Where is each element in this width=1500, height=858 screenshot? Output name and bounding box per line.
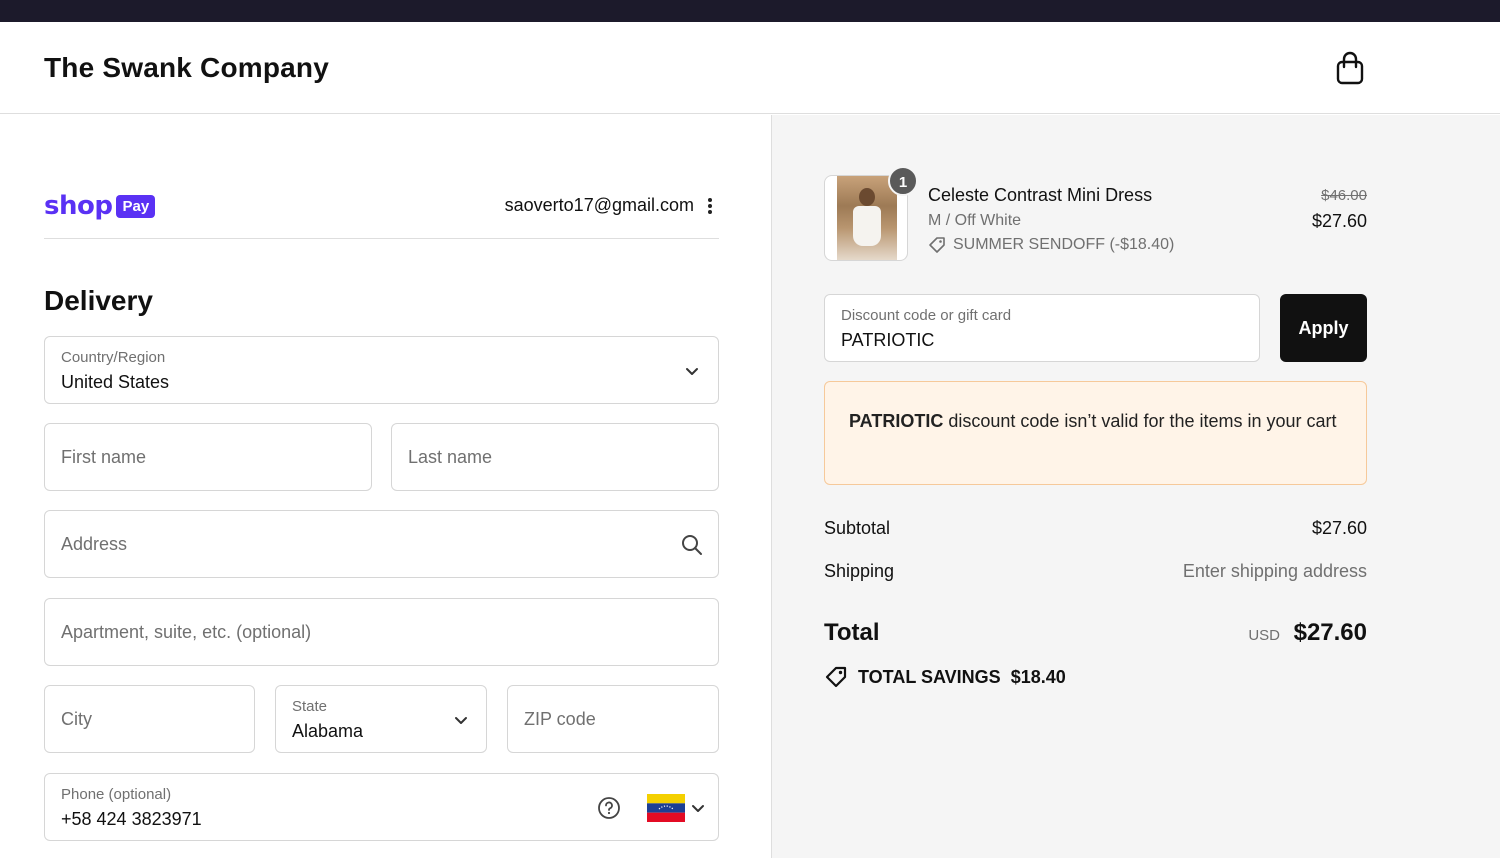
- tag-icon: [824, 665, 848, 689]
- quantity-badge: 1: [888, 166, 918, 196]
- help-icon[interactable]: [597, 796, 621, 825]
- more-options-icon[interactable]: [702, 195, 718, 217]
- subtotal-label: Subtotal: [824, 518, 891, 538]
- last-name-field[interactable]: Last name: [391, 423, 719, 491]
- shopping-bag-icon[interactable]: [1334, 50, 1366, 86]
- phone-label: Phone (optional): [61, 786, 172, 803]
- city-placeholder: City: [61, 709, 92, 729]
- checkout-header: The Swank Company: [0, 22, 1500, 114]
- shop-pay-logo: shop Pay: [44, 191, 156, 221]
- state-value: Alabama: [292, 721, 364, 741]
- alert-message: discount code isn’t valid for the items …: [943, 411, 1337, 431]
- country-label: Country/Region: [61, 349, 166, 366]
- discount-code-value: PATRIOTIC: [841, 330, 935, 350]
- phone-field[interactable]: Phone (optional) +58 424 3823971: [44, 773, 719, 841]
- search-icon[interactable]: [681, 534, 703, 561]
- chevron-down-icon: [454, 715, 468, 725]
- shop-pay-wordmark: shop: [44, 191, 113, 221]
- discounted-price: $27.60: [1311, 211, 1367, 231]
- product-variant: M / Off White: [928, 212, 1022, 229]
- total-label: Total: [824, 619, 880, 646]
- apartment-placeholder: Apartment, suite, etc. (optional): [61, 622, 312, 642]
- tag-icon: [928, 236, 946, 254]
- delivery-heading: Delivery: [44, 285, 153, 316]
- chevron-down-icon[interactable]: [691, 803, 705, 813]
- divider: [44, 238, 719, 239]
- product-discount: SUMMER SENDOFF (-$18.40): [928, 236, 1174, 254]
- last-name-placeholder: Last name: [408, 447, 493, 467]
- state-label: State: [292, 698, 328, 715]
- apply-button[interactable]: Apply: [1280, 294, 1367, 362]
- discount-error-alert: PATRIOTIC discount code isn’t valid for …: [824, 381, 1367, 485]
- original-price: $46.00: [1321, 187, 1367, 204]
- store-name[interactable]: The Swank Company: [44, 52, 329, 84]
- venezuela-flag-icon[interactable]: [647, 794, 685, 822]
- order-summary: 1 Celeste Contrast Mini Dress M / Off Wh…: [771, 115, 1500, 858]
- subtotal-value: $27.60: [1311, 518, 1367, 538]
- product-discount-label: SUMMER SENDOFF (-$18.40): [953, 236, 1175, 253]
- total-savings: TOTAL SAVINGS $18.40: [824, 665, 1066, 689]
- country-select[interactable]: Country/Region United States: [44, 336, 719, 404]
- discount-code-label: Discount code or gift card: [841, 307, 1012, 324]
- shipping-label: Shipping: [824, 561, 895, 581]
- total-currency: USD: [1248, 627, 1280, 644]
- address-placeholder: Address: [61, 534, 128, 554]
- state-select[interactable]: State Alabama: [275, 685, 487, 753]
- country-value: United States: [61, 372, 170, 392]
- shipping-value: Enter shipping address: [1182, 561, 1367, 581]
- first-name-placeholder: First name: [61, 447, 147, 467]
- savings-value: $18.40: [1010, 666, 1066, 687]
- discount-code-input[interactable]: Discount code or gift card PATRIOTIC: [824, 294, 1260, 362]
- apartment-field[interactable]: Apartment, suite, etc. (optional): [44, 598, 719, 666]
- zip-field[interactable]: ZIP code: [507, 685, 719, 753]
- savings-label: TOTAL SAVINGS: [858, 666, 1001, 687]
- phone-value: +58 424 3823971: [61, 809, 202, 829]
- alert-code: PATRIOTIC: [849, 411, 944, 431]
- checkout-form: shop Pay saoverto17@gmail.com Delivery C…: [0, 115, 771, 858]
- city-field[interactable]: City: [44, 685, 255, 753]
- product-name: Celeste Contrast Mini Dress: [928, 185, 1153, 205]
- zip-placeholder: ZIP code: [524, 709, 596, 729]
- address-field[interactable]: Address: [44, 510, 719, 578]
- chevron-down-icon: [685, 366, 699, 376]
- shop-pay-pill: Pay: [116, 194, 156, 218]
- first-name-field[interactable]: First name: [44, 423, 372, 491]
- total-amount: $27.60: [1293, 619, 1367, 646]
- account-email: saoverto17@gmail.com: [504, 195, 694, 215]
- browser-top-bar: [0, 0, 1500, 22]
